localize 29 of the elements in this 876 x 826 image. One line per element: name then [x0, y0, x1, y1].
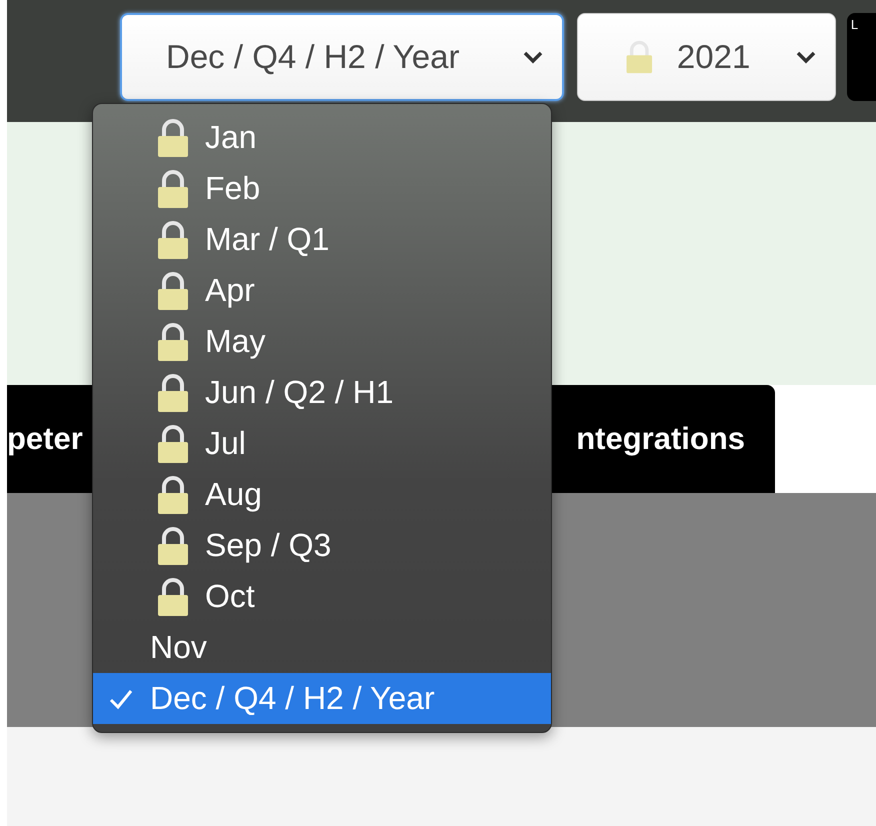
period-select[interactable]: Dec / Q4 / H2 / Year	[120, 13, 564, 101]
edge-button[interactable]: L	[846, 13, 876, 101]
lock-icon	[155, 322, 191, 362]
menu-item[interactable]: Jun / Q2 / H1	[93, 367, 551, 418]
menu-item[interactable]: Apr	[93, 265, 551, 316]
menu-item[interactable]: Feb	[93, 163, 551, 214]
lock-icon	[155, 220, 191, 260]
chevron-down-icon	[794, 50, 817, 64]
lock-icon	[155, 118, 191, 158]
chevron-down-icon	[522, 50, 544, 64]
menu-item[interactable]: Mar / Q1	[93, 214, 551, 265]
tab[interactable]: ntegrations	[576, 421, 745, 457]
lock-icon	[155, 474, 191, 514]
lock-icon	[155, 526, 191, 566]
menu-item[interactable]: May	[93, 316, 551, 367]
lock-icon	[155, 372, 191, 412]
menu-item[interactable]: Oct	[93, 571, 551, 622]
menu-item[interactable]: Aug	[93, 469, 551, 520]
lock-icon	[155, 168, 191, 208]
lock-icon	[155, 576, 191, 616]
menu-item[interactable]: Nov	[93, 622, 551, 673]
year-select[interactable]: 2021	[577, 13, 836, 101]
lock-icon	[155, 270, 191, 310]
menu-item[interactable]: Sep / Q3	[93, 520, 551, 571]
menu-item[interactable]: Jul	[93, 418, 551, 469]
menu-item[interactable]: Dec / Q4 / H2 / Year	[93, 673, 551, 724]
menu-item[interactable]: Jan	[93, 112, 551, 163]
lock-icon	[155, 424, 191, 464]
tab[interactable]: peter	[7, 421, 83, 457]
